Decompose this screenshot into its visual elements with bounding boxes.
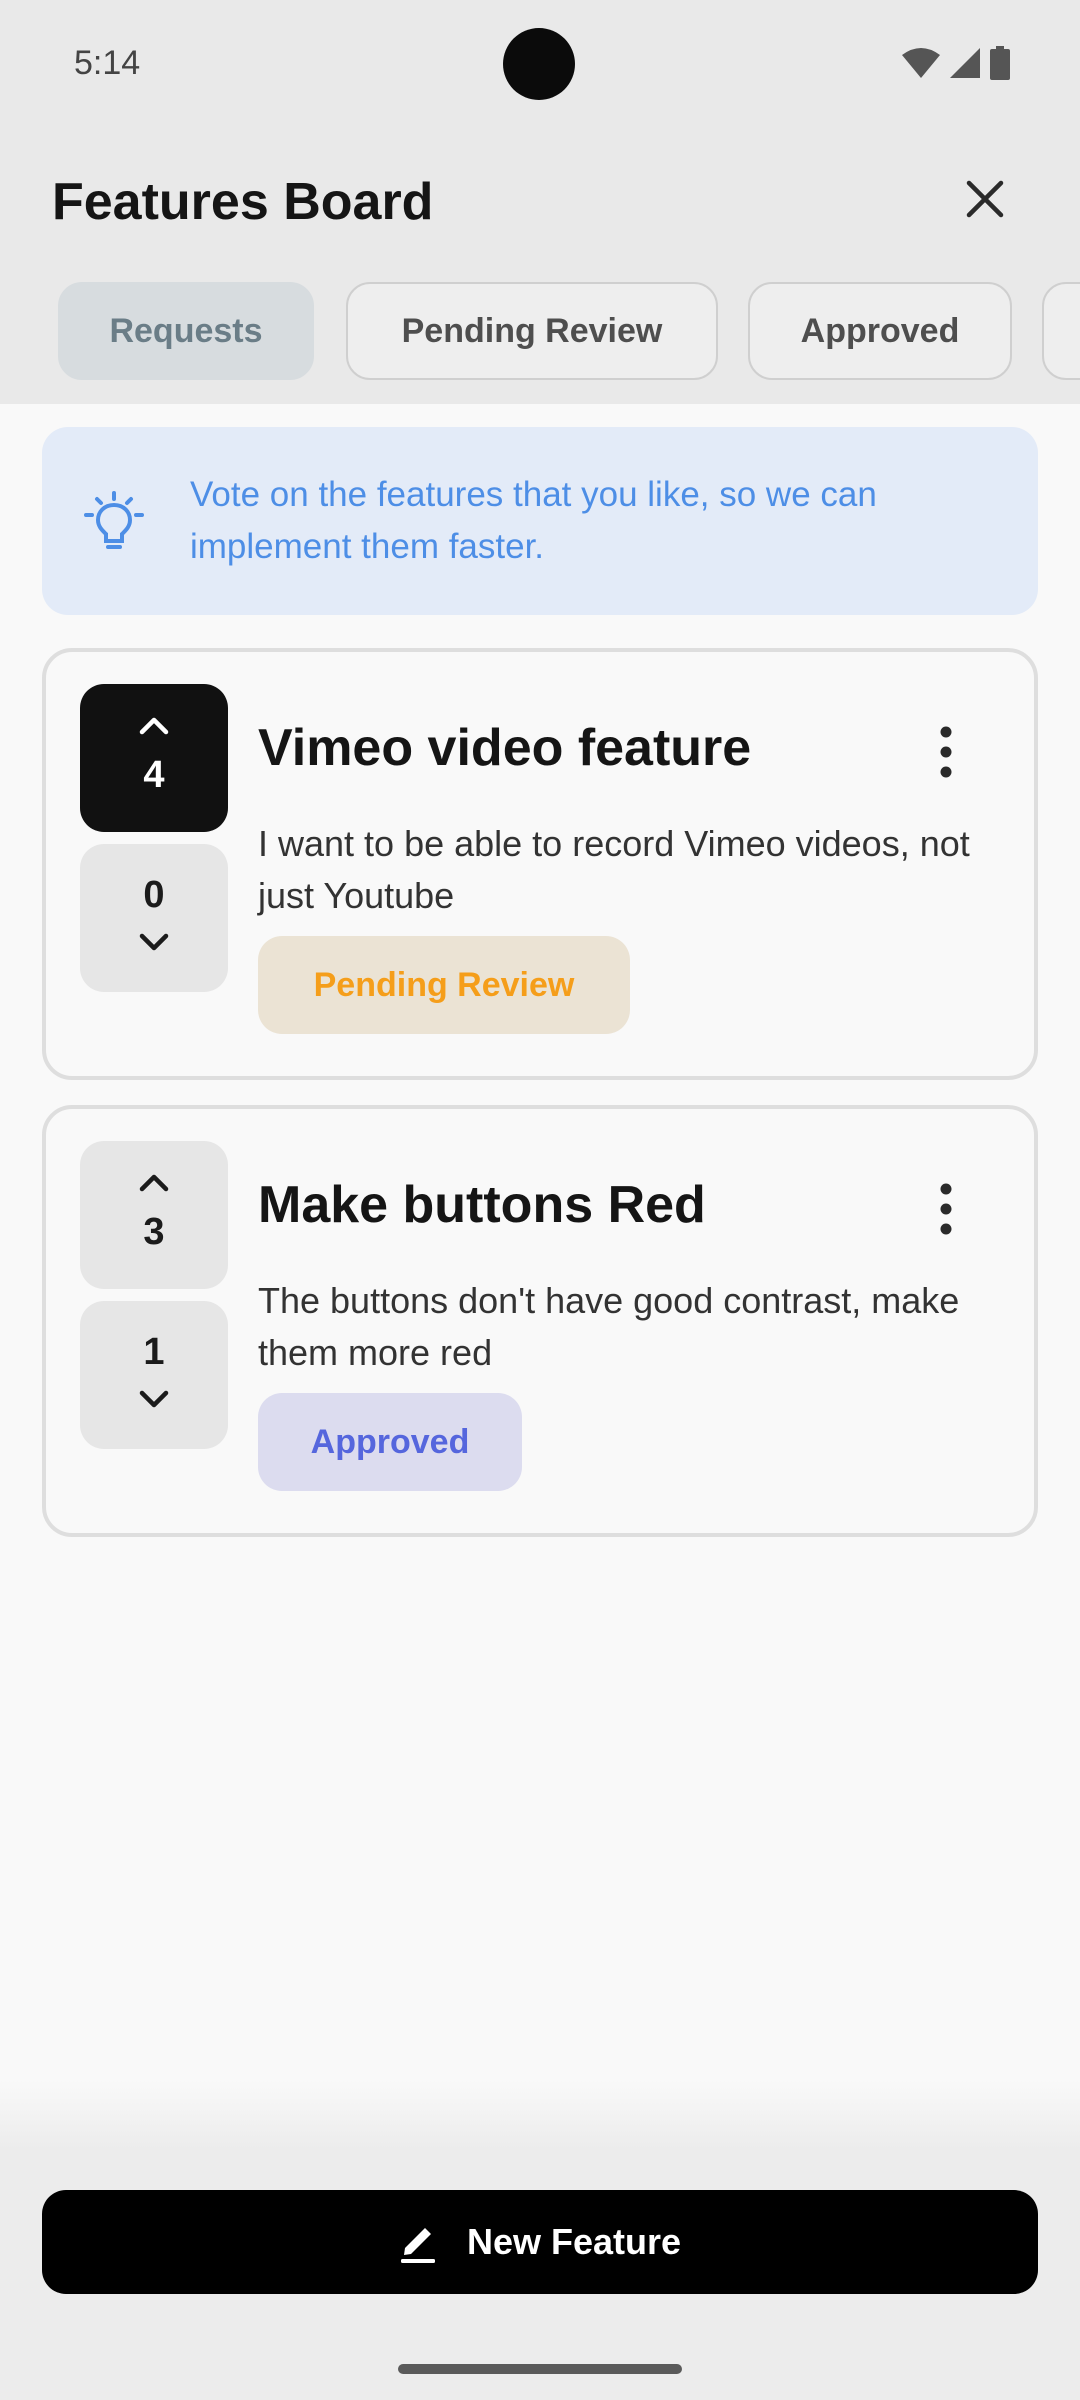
tab-label: Pending Review (401, 311, 663, 350)
feature-description: The buttons don't have good contrast, ma… (258, 1280, 960, 1373)
bottom-fade (0, 2080, 1080, 2150)
feature-title: Vimeo video feature (258, 719, 752, 777)
status-bar: 5:14 (0, 0, 1080, 130)
status-label: Approved (310, 1422, 470, 1461)
feature-card: 3 1 Make buttons Red The buttons don't h… (42, 1105, 1038, 1537)
status-badge: Approved (258, 1393, 522, 1491)
tab-label: Requests (109, 311, 263, 350)
downvote-button[interactable]: 1 (80, 1301, 228, 1449)
page-title: Features Board (52, 173, 434, 231)
signal-icon (950, 48, 980, 78)
chevron-up-icon (139, 717, 169, 735)
more-options-button[interactable] (926, 1179, 966, 1239)
close-icon (966, 180, 1004, 218)
upvote-button[interactable]: 4 (80, 684, 228, 832)
more-vert-icon (940, 726, 952, 778)
tab-pending-review[interactable]: Pending Review (346, 282, 718, 380)
tab-next-partial[interactable] (1042, 282, 1080, 380)
chevron-down-icon (139, 933, 169, 951)
status-label: Pending Review (313, 965, 575, 1004)
battery-icon (990, 46, 1010, 80)
downvote-count: 1 (143, 1331, 165, 1373)
downvote-button[interactable]: 0 (80, 844, 228, 992)
new-feature-button[interactable]: New Feature (42, 2190, 1038, 2294)
feature-card: 4 0 Vimeo video feature I want to be abl… (42, 648, 1038, 1080)
home-indicator[interactable] (398, 2364, 682, 2374)
filter-tabs: Requests Pending Review Approved (58, 282, 1080, 380)
upvote-count: 4 (143, 754, 165, 796)
upvote-count: 3 (143, 1211, 165, 1253)
more-options-button[interactable] (926, 722, 966, 782)
chevron-down-icon (139, 1390, 169, 1408)
camera-cutout (503, 28, 575, 100)
status-time: 5:14 (74, 44, 141, 82)
close-button[interactable] (958, 172, 1012, 226)
tab-approved[interactable]: Approved (748, 282, 1012, 380)
tab-requests[interactable]: Requests (58, 282, 314, 380)
feature-title: Make buttons Red (258, 1176, 706, 1234)
pencil-icon (400, 2228, 435, 2263)
info-banner: Vote on the features that you like, so w… (42, 427, 1038, 615)
status-icons (902, 46, 1010, 80)
status-badge: Pending Review (258, 936, 630, 1034)
more-vert-icon (940, 1183, 952, 1235)
feature-description: I want to be able to record Vimeo videos… (258, 823, 970, 916)
lightbulb-icon (84, 491, 144, 549)
new-feature-label: New Feature (466, 2221, 682, 2262)
tab-label: Approved (800, 311, 960, 350)
upvote-button[interactable]: 3 (80, 1141, 228, 1289)
banner-text: Vote on the features that you like, so w… (190, 475, 877, 566)
chevron-up-icon (139, 1174, 169, 1192)
downvote-count: 0 (143, 874, 165, 916)
wifi-icon (902, 48, 940, 78)
header-region: 5:14 Features Board Requests Pending Rev… (0, 0, 1080, 404)
